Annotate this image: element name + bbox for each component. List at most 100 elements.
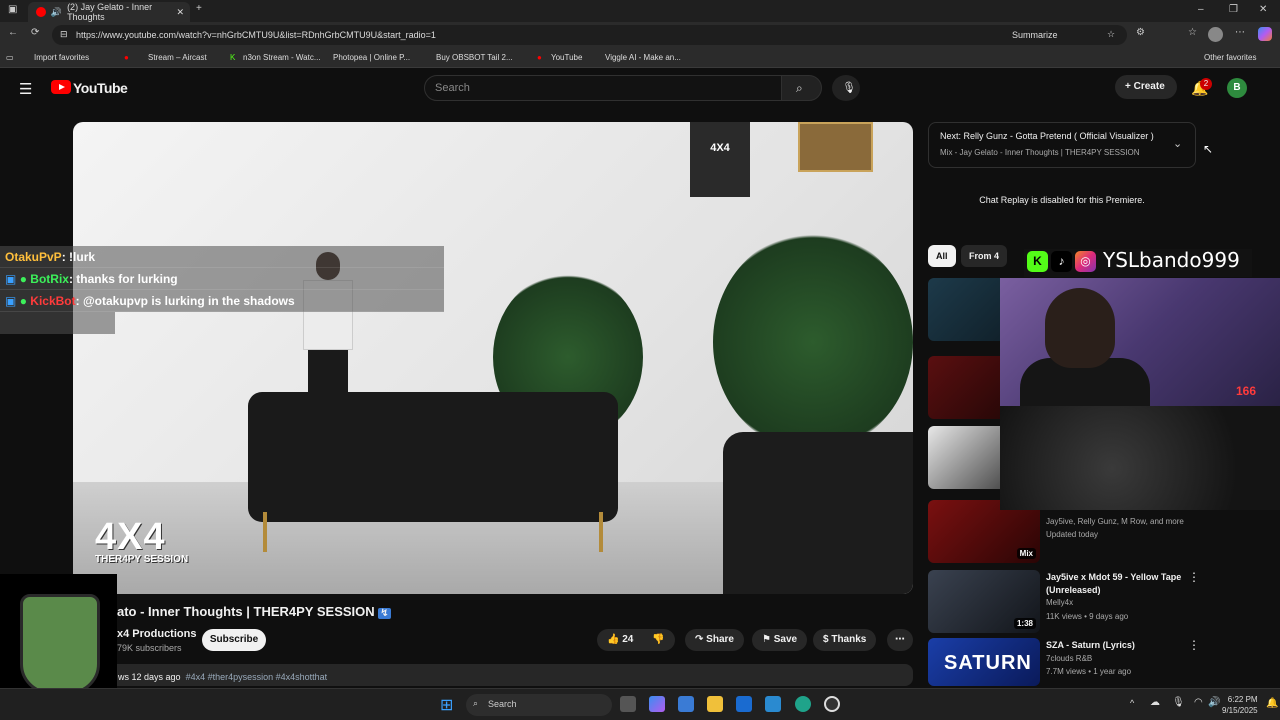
chip-from[interactable]: From 4 (961, 245, 1008, 267)
sofa-legs (263, 512, 603, 552)
mic-icon[interactable]: 🎙 (1172, 697, 1185, 708)
bookmark-photopea[interactable]: Photopea | Online P... (333, 53, 410, 62)
outlook-icon[interactable] (736, 696, 752, 712)
tab-title: (2) Jay Gelato - Inner Thoughts (67, 2, 153, 22)
taskbar-search[interactable]: ⌕ Search (466, 694, 612, 716)
streamer-handle: YSLbando999 (1103, 248, 1240, 272)
search-button[interactable]: ⌕ (781, 75, 822, 101)
tab-actions-icon[interactable]: ▭ (6, 53, 14, 62)
voice-search-button[interactable]: 🎙 (832, 75, 860, 101)
bookmark-viggle[interactable]: Viggle AI - Make an... (605, 53, 681, 62)
browser-tab[interactable]: 🔊 (2) Jay Gelato - Inner Thoughts ✕ (28, 2, 190, 22)
mix-artists: Jay5ive, Relly Gunz, M Row, and more (1046, 517, 1184, 526)
video-duration: 1:38 (1013, 618, 1036, 629)
video-menu-icon[interactable]: ⋮ (1188, 570, 1200, 584)
onedrive-icon[interactable]: ☁ (1150, 697, 1160, 708)
photos-icon[interactable] (765, 696, 781, 712)
related-video-channel[interactable]: Melly4x (1046, 598, 1073, 607)
streamer-head (1045, 288, 1115, 368)
bookmark-import-favorites[interactable]: Import favorites (34, 53, 89, 62)
task-view-icon[interactable] (620, 696, 636, 712)
plus-icon: + (1125, 81, 1134, 92)
mouse-cursor-icon: ↖ (1203, 142, 1214, 156)
share-button[interactable]: ↷ Share (685, 629, 744, 651)
channel-name[interactable]: x4 Productions (117, 628, 196, 640)
kick-viewer-count: 166 (1236, 384, 1257, 398)
wifi-icon[interactable]: ◠ (1194, 697, 1203, 708)
more-actions-button[interactable]: ⋯ (887, 629, 913, 651)
video-menu-icon[interactable]: ⋮ (1188, 638, 1200, 652)
description-box[interactable]: ws 12 days ago #4x4 #ther4pysession #4x4… (73, 664, 913, 686)
file-explorer-icon[interactable] (707, 696, 723, 712)
youtube-logo-text[interactable]: YouTube (73, 80, 128, 96)
store-icon[interactable] (678, 696, 694, 712)
minimize-icon[interactable]: – (1198, 4, 1204, 15)
video-thumbnail[interactable]: SATURN (928, 638, 1040, 686)
bookmark-other-favorites[interactable]: Other favorites (1204, 53, 1256, 62)
hamburger-menu-icon[interactable]: ☰ (19, 80, 32, 98)
subscribe-button[interactable]: Subscribe (202, 629, 266, 651)
site-info-icon[interactable]: ⊟ (60, 29, 68, 40)
url-field[interactable]: ⊟ https://www.youtube.com/watch?v=nhGrbC… (52, 25, 1127, 45)
back-icon[interactable]: ← (8, 27, 18, 38)
like-count[interactable]: 24 (622, 634, 633, 645)
mix-badge: Mix (1016, 548, 1036, 559)
kick-badge-icon: ▣ (5, 294, 17, 308)
like-icon[interactable]: 👍 (607, 634, 619, 645)
refresh-icon[interactable]: ⟳ (31, 27, 39, 38)
taskbar-search-label: Search (488, 699, 517, 709)
related-video-title[interactable]: Jay5ive x Mdot 59 - Yellow Tape (Unrelea… (1046, 571, 1186, 597)
clock-time: 6:22 PM (1227, 695, 1258, 704)
chevron-up-icon[interactable]: ^ (1130, 698, 1134, 708)
system-clock[interactable]: 6:22 PM 9/15/2025 (1222, 694, 1258, 716)
search-input[interactable]: Search (424, 75, 782, 101)
profile-icon[interactable] (1208, 27, 1223, 42)
share-label: Share (706, 634, 734, 645)
new-tab-icon[interactable]: + (196, 3, 202, 14)
more-icon[interactable]: ⋯ (1235, 27, 1245, 38)
favorite-star-icon[interactable]: ☆ (1107, 29, 1115, 40)
chat-username: BotRix (30, 272, 69, 286)
bookmark-youtube[interactable]: YouTube (551, 53, 582, 62)
youtube-logo-icon[interactable] (51, 80, 71, 94)
video-thumbnail[interactable]: 1:38 (928, 570, 1040, 633)
window-menu-icon[interactable]: ▣ (8, 4, 17, 15)
chat-message: ▣ ● KickBot: @otakupvp is lurking in the… (0, 290, 444, 312)
create-button[interactable]: + Create (1115, 75, 1177, 99)
edge-icon[interactable] (795, 696, 811, 712)
video-player[interactable]: 4X4 4X4 THER4PY SESSION (73, 122, 913, 594)
dislike-icon[interactable]: 👎 (652, 629, 664, 651)
kick-icon: K (230, 53, 236, 62)
thanks-button[interactable]: $ Thanks (813, 629, 877, 651)
audio-icon[interactable]: 🔊 (51, 7, 62, 18)
obs-icon[interactable] (824, 696, 840, 712)
thanks-label: Thanks (831, 634, 867, 645)
related-video-channel[interactable]: 7clouds R&B (1046, 654, 1092, 663)
extensions-icon[interactable]: ⚙ (1136, 27, 1145, 38)
chevron-down-icon[interactable]: ⌄ (1173, 137, 1182, 150)
up-next-panel[interactable]: Next: Relly Gunz - Gotta Pretend ( Offic… (928, 122, 1196, 168)
up-next-title: Next: Relly Gunz - Gotta Pretend ( Offic… (940, 131, 1154, 141)
close-tab-icon[interactable]: ✕ (176, 7, 184, 18)
favorites-icon[interactable]: ☆ (1188, 27, 1197, 38)
close-window-icon[interactable]: ✕ (1259, 4, 1267, 15)
url-text: https://www.youtube.com/watch?v=nhGrbCMT… (76, 30, 436, 40)
maximize-icon[interactable]: ❐ (1229, 4, 1238, 15)
copilot-icon[interactable] (1258, 27, 1272, 41)
wall-painting (798, 122, 873, 172)
notification-center-icon[interactable]: 🔔 (1266, 698, 1278, 709)
copilot-icon[interactable] (649, 696, 665, 712)
bookmark-aircast[interactable]: Stream – Aircast (148, 53, 207, 62)
chip-all[interactable]: All (928, 245, 956, 267)
description-tags[interactable]: #4x4 #ther4pysession #4x4shotthat (186, 672, 328, 682)
save-button[interactable]: ⚑ Save (752, 629, 808, 651)
bookmark-obsbot[interactable]: Buy OBSBOT Tail 2... (436, 53, 513, 62)
bookmark-n3on[interactable]: n3on Stream - Watc... (243, 53, 321, 62)
related-video-stats: 7.7M views • 1 year ago (1046, 667, 1132, 676)
volume-icon[interactable]: 🔊 (1208, 697, 1220, 708)
start-icon[interactable]: ⊞ (440, 695, 453, 715)
armchair (723, 432, 913, 594)
related-video-title[interactable]: SZA - Saturn (Lyrics) (1046, 640, 1135, 650)
avatar[interactable]: B (1227, 78, 1247, 98)
summarize-button[interactable]: Summarize (1012, 30, 1058, 40)
